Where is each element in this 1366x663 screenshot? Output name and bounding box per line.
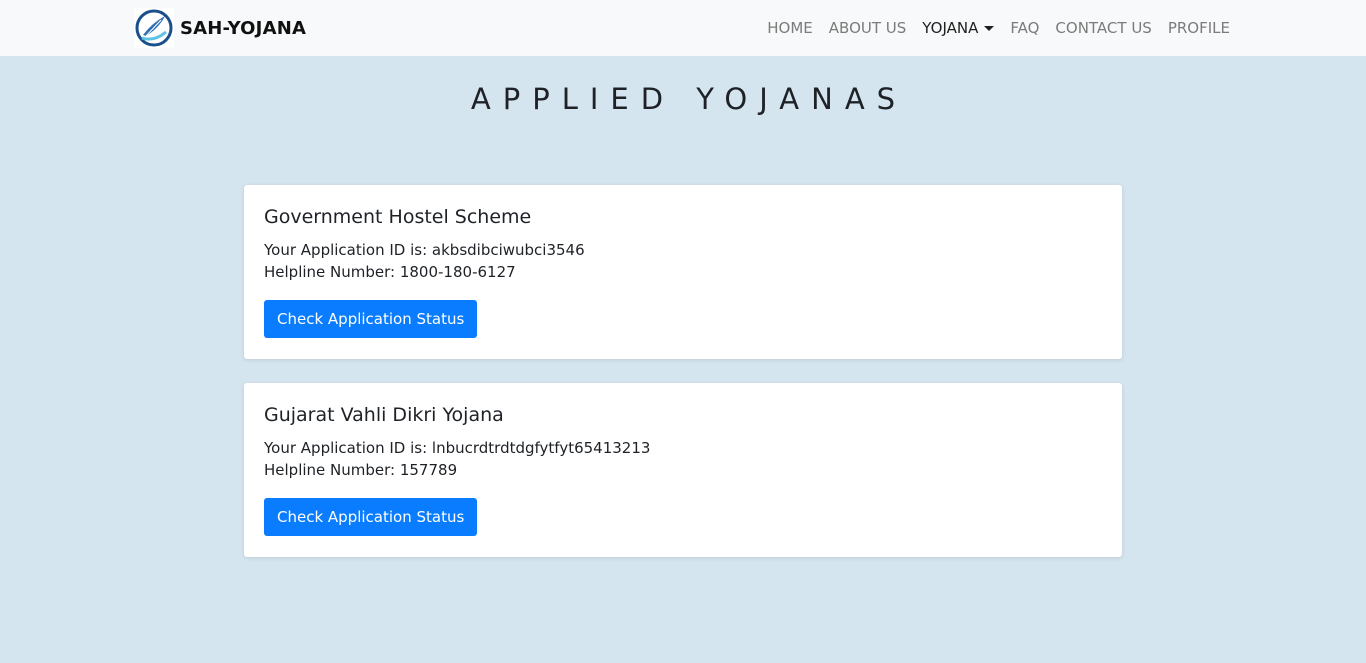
card-body-text: Your Application ID is: akbsdibciwubci35… — [264, 239, 1102, 283]
check-application-status-button[interactable]: Check Application Status — [264, 498, 478, 536]
nav-about-us[interactable]: ABOUT US — [829, 19, 907, 37]
nav-yojana-dropdown[interactable]: YOJANA — [922, 19, 995, 37]
brand-link[interactable]: SAH-YOJANA — [134, 8, 306, 48]
check-application-status-button[interactable]: Check Application Status — [264, 300, 478, 338]
page-title: APPLIED YOJANAS — [470, 82, 908, 116]
scheme-title: Gujarat Vahli Dikri Yojana — [264, 404, 504, 426]
nav-profile[interactable]: PROFILE — [1168, 19, 1230, 37]
scheme-title: Government Hostel Scheme — [264, 206, 532, 228]
application-id: Your Application ID is: lnbucrdtrdtdgfyt… — [264, 439, 651, 457]
card-body-text: Your Application ID is: lnbucrdtrdtdgfyt… — [264, 437, 1102, 481]
application-card: Gujarat Vahli Dikri Yojana Your Applicat… — [244, 383, 1122, 557]
brand-name: SAH-YOJANA — [180, 17, 307, 39]
nav-faq[interactable]: FAQ — [1010, 19, 1039, 37]
main-nav: HOME ABOUT US YOJANA FAQ CONTACT US PROF… — [751, 0, 1230, 56]
helpline-number: Helpline Number: 1800-180-6127 — [264, 263, 516, 281]
nav-contact-us[interactable]: CONTACT US — [1055, 19, 1151, 37]
nav-yojana-label: YOJANA — [922, 19, 979, 37]
application-id: Your Application ID is: akbsdibciwubci35… — [264, 241, 585, 259]
feather-logo-icon — [134, 8, 174, 48]
nav-home[interactable]: HOME — [767, 19, 813, 37]
caret-down-icon — [984, 26, 995, 31]
navbar: SAH-YOJANA HOME ABOUT US YOJANA FAQ CONT… — [0, 0, 1366, 56]
helpline-number: Helpline Number: 157789 — [264, 461, 458, 479]
application-card: Government Hostel Scheme Your Applicatio… — [244, 185, 1122, 359]
